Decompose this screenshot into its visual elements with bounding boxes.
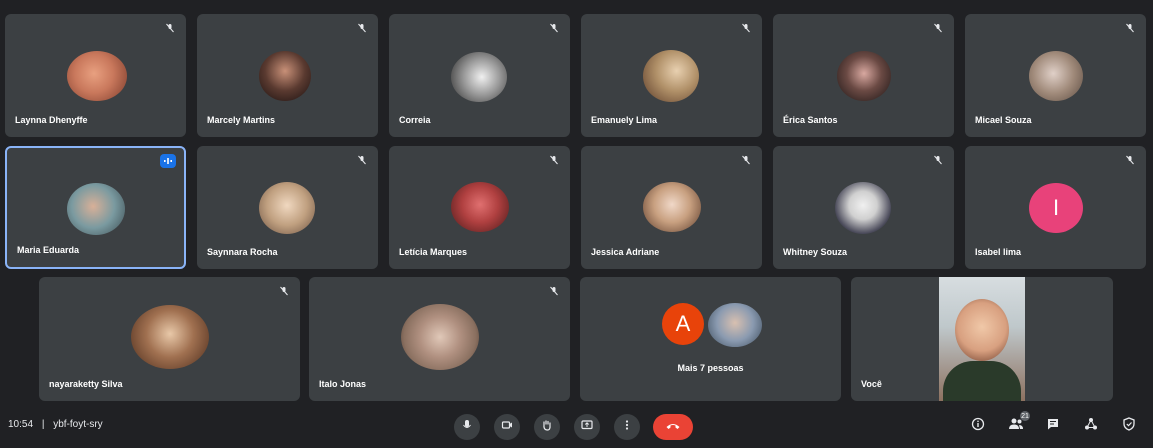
meeting-time: 10:54 xyxy=(8,419,34,430)
more-participants-tile[interactable]: A Mais 7 pessoas xyxy=(580,277,841,401)
mic-off-icon xyxy=(548,154,560,166)
microphone-icon xyxy=(461,418,473,436)
avatar-initial-letter: I xyxy=(1052,195,1060,220)
avatar xyxy=(401,304,479,370)
camera-button[interactable] xyxy=(494,414,520,440)
participant-name: nayaraketty Silva xyxy=(49,379,123,389)
participant-tile[interactable]: I Isabel lima xyxy=(965,146,1146,269)
avatar xyxy=(643,182,701,232)
self-face xyxy=(955,299,1009,361)
mic-off-icon xyxy=(278,285,290,297)
participant-name: Letícia Marques xyxy=(399,247,468,257)
raise-hand-button[interactable] xyxy=(534,414,560,440)
mic-off-icon xyxy=(932,154,944,166)
mic-off-icon xyxy=(740,154,752,166)
participant-tile[interactable]: Italo Jonas xyxy=(309,277,570,401)
present-screen-icon xyxy=(581,418,593,436)
hand-icon xyxy=(541,418,553,436)
mic-off-icon xyxy=(1124,154,1136,166)
host-controls-button[interactable] xyxy=(1119,416,1139,436)
participant-name: Jessica Adriane xyxy=(591,247,660,257)
people-button[interactable]: 21 xyxy=(1006,411,1030,436)
participant-tile[interactable]: Whitney Souza xyxy=(773,146,954,269)
participant-count-badge: 21 xyxy=(1020,411,1030,421)
participant-name: Saynnara Rocha xyxy=(207,247,278,257)
more-people-label: Mais 7 pessoas xyxy=(677,363,744,373)
participant-name: Érica Santos xyxy=(783,115,838,125)
mic-off-icon xyxy=(356,22,368,34)
chat-icon xyxy=(1046,417,1060,436)
mic-off-icon xyxy=(740,22,752,34)
speaking-indicator-icon xyxy=(160,154,176,168)
meeting-separator: | xyxy=(41,419,45,430)
participant-name: Você xyxy=(861,379,882,389)
chat-button[interactable] xyxy=(1043,416,1063,436)
participant-tile[interactable]: Letícia Marques xyxy=(389,146,570,269)
avatar-initial: I xyxy=(1029,183,1083,233)
participant-name: Whitney Souza xyxy=(783,247,848,257)
participant-name: Italo Jonas xyxy=(319,379,367,389)
participant-tile[interactable]: Marcely Martins xyxy=(197,14,378,137)
avatar-initial: A xyxy=(662,303,704,345)
participant-name: Maria Eduarda xyxy=(17,245,80,255)
avatar xyxy=(131,305,209,369)
avatar xyxy=(259,51,311,101)
meeting-details-button[interactable] xyxy=(968,416,988,436)
self-video xyxy=(939,277,1025,401)
participant-tile[interactable]: Laynna Dhenyffe xyxy=(5,14,186,137)
participant-name: Marcely Martins xyxy=(207,115,276,125)
participant-tile[interactable]: Saynnara Rocha xyxy=(197,146,378,269)
participant-name: Laynna Dhenyffe xyxy=(15,115,88,125)
avatar xyxy=(451,182,509,232)
participant-tile[interactable]: Micael Souza xyxy=(965,14,1146,137)
participant-tile[interactable]: Emanuely Lima xyxy=(581,14,762,137)
participant-tile-speaking[interactable]: Maria Eduarda xyxy=(5,146,186,269)
call-end-icon xyxy=(665,418,681,436)
leave-call-button[interactable] xyxy=(653,414,693,440)
participant-tile[interactable]: Érica Santos xyxy=(773,14,954,137)
self-view-tile[interactable]: Você xyxy=(851,277,1113,401)
avatar xyxy=(643,50,699,102)
mic-off-icon xyxy=(548,22,560,34)
info-icon xyxy=(971,417,985,436)
meeting-controls-bar: 10:54 | ybf-foyt-sry 21 xyxy=(0,402,1153,448)
participant-name: Emanuely Lima xyxy=(591,115,658,125)
avatar xyxy=(835,182,891,234)
mic-off-icon xyxy=(164,22,176,34)
more-vert-icon xyxy=(621,418,633,436)
participant-name: Isabel lima xyxy=(975,247,1022,257)
activities-button[interactable] xyxy=(1081,416,1101,436)
avatar-initial-letter: A xyxy=(675,311,691,336)
mic-off-icon xyxy=(548,285,560,297)
avatar xyxy=(67,51,127,101)
more-options-button[interactable] xyxy=(614,414,640,440)
meeting-details: 10:54 | ybf-foyt-sry xyxy=(8,419,103,430)
participant-tile[interactable]: Jessica Adriane xyxy=(581,146,762,269)
self-shoulders xyxy=(943,361,1021,401)
avatar xyxy=(259,182,315,234)
shield-icon xyxy=(1122,416,1136,436)
meeting-code: ybf-foyt-sry xyxy=(53,419,103,430)
mic-off-icon xyxy=(932,22,944,34)
avatar xyxy=(708,303,762,347)
mic-off-icon xyxy=(1124,22,1136,34)
participant-tile[interactable]: Correia xyxy=(389,14,570,137)
microphone-button[interactable] xyxy=(454,414,480,440)
present-screen-button[interactable] xyxy=(574,414,600,440)
avatar xyxy=(451,52,507,102)
camera-icon xyxy=(501,418,513,436)
avatar xyxy=(67,183,125,235)
mic-off-icon xyxy=(356,154,368,166)
participant-name: Micael Souza xyxy=(975,115,1032,125)
avatar xyxy=(1029,51,1083,101)
participant-tile[interactable]: nayaraketty Silva xyxy=(39,277,300,401)
participant-name: Correia xyxy=(399,115,431,125)
avatar xyxy=(837,51,891,101)
activities-icon xyxy=(1084,417,1098,436)
